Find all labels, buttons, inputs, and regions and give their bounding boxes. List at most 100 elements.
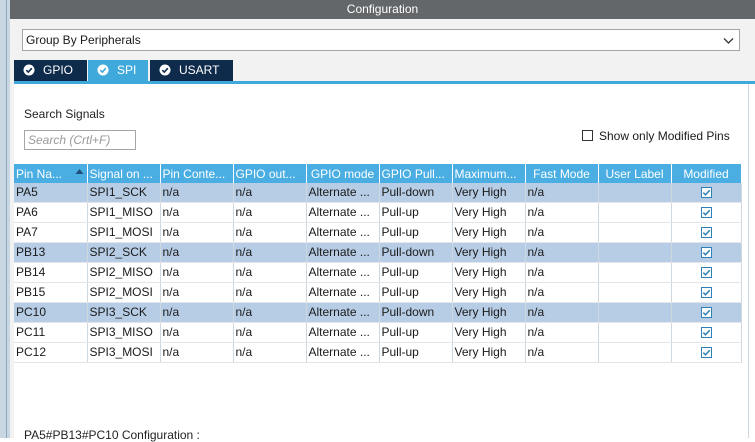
column-header-maximum[interactable]: Maximum...	[452, 164, 526, 183]
table-row[interactable]: PA6 SPI1_MISO n/a n/a Alternate ... Pull-up Ve…	[14, 202, 742, 223]
cell-modified	[671, 342, 742, 363]
table-row[interactable]: PA7 SPI1_MOSI n/a n/a Alternate ... Pull-up Ve…	[14, 222, 742, 243]
cell-gpio-output: n/a	[233, 262, 307, 283]
table-row[interactable]: PB14 SPI2_MISO n/a n/a Alternate ... Pull-up V…	[14, 262, 742, 283]
group-by-value: Group By Peripherals	[26, 33, 141, 47]
cell-modified	[671, 242, 742, 263]
cell-signal: SPI2_MISO	[87, 262, 161, 283]
checked-checkbox-icon[interactable]	[700, 287, 712, 298]
cell-gpio-mode: Alternate ...	[306, 242, 380, 263]
cell-gpio-pull: Pull-up	[379, 222, 453, 243]
cell-gpio-pull: Pull-up	[379, 322, 453, 343]
cell-gpio-output: n/a	[233, 282, 307, 303]
table-row[interactable]: PC12 SPI3_MOSI n/a n/a Alternate ... Pull-up V…	[14, 342, 742, 363]
cell-pin-context: n/a	[160, 202, 234, 223]
cell-user-label	[598, 242, 672, 263]
show-only-modified-label: Show only Modified Pins	[599, 129, 730, 143]
tab-gpio-label: GPIO	[43, 63, 74, 77]
cell-pin-context: n/a	[160, 302, 234, 323]
cell-pin-name: PA7	[14, 222, 88, 243]
content-right-border	[748, 84, 755, 438]
cell-gpio-pull: Pull-down	[379, 302, 453, 323]
column-header-pin-name[interactable]: Pin Na...	[14, 164, 88, 183]
sort-up-icon	[75, 169, 83, 174]
cell-user-label	[598, 342, 672, 363]
window-title: Configuration	[10, 0, 755, 19]
cell-gpio-mode: Alternate ...	[306, 262, 380, 283]
cell-modified	[671, 222, 742, 243]
column-header-signal[interactable]: Signal on ...	[87, 164, 161, 183]
cell-gpio-pull: Pull-up	[379, 342, 453, 363]
column-header-user-label[interactable]: User Label	[598, 164, 672, 183]
column-header-gpio-output[interactable]: GPIO out...	[233, 164, 307, 183]
cell-maximum-speed: Very High	[452, 302, 526, 323]
cell-fast-mode: n/a	[525, 302, 599, 323]
cell-signal: SPI2_MOSI	[87, 282, 161, 303]
cell-user-label	[598, 202, 672, 223]
cell-pin-name: PC12	[14, 342, 88, 363]
tab-gpio[interactable]: GPIO	[14, 60, 87, 81]
cell-signal: SPI1_MISO	[87, 202, 161, 223]
cell-pin-name: PB13	[14, 242, 88, 263]
cell-gpio-output: n/a	[233, 342, 307, 363]
cell-modified	[671, 262, 742, 283]
cell-gpio-mode: Alternate ...	[306, 342, 380, 363]
tab-usart[interactable]: USART	[150, 60, 233, 81]
table-row[interactable]: PC11 SPI3_MISO n/a n/a Alternate ... Pull-up V…	[14, 322, 742, 343]
cell-signal: SPI3_SCK	[87, 302, 161, 323]
checked-checkbox-icon[interactable]	[700, 347, 712, 358]
cell-gpio-output: n/a	[233, 302, 307, 323]
cell-modified	[671, 202, 742, 223]
checked-checkbox-icon[interactable]	[700, 207, 712, 218]
cell-user-label	[598, 322, 672, 343]
checked-checkbox-icon[interactable]	[700, 327, 712, 338]
check-circle-icon	[97, 64, 109, 76]
cell-gpio-output: n/a	[233, 183, 307, 203]
cell-user-label	[598, 222, 672, 243]
cell-gpio-mode: Alternate ...	[306, 222, 380, 243]
column-header-gpio-mode[interactable]: GPIO mode	[306, 164, 380, 183]
search-input[interactable]	[24, 130, 136, 150]
cell-maximum-speed: Very High	[452, 242, 526, 263]
cell-gpio-mode: Alternate ...	[306, 183, 380, 203]
cell-gpio-mode: Alternate ...	[306, 322, 380, 343]
cell-gpio-mode: Alternate ...	[306, 282, 380, 303]
cell-user-label	[598, 302, 672, 323]
column-header-fast-mode[interactable]: Fast Mode	[525, 164, 599, 183]
column-header-gpio-pull[interactable]: GPIO Pull...	[379, 164, 453, 183]
cell-maximum-speed: Very High	[452, 222, 526, 243]
table-row[interactable]: PB15 SPI2_MOSI n/a n/a Alternate ... Pull-up V…	[14, 282, 742, 303]
cell-pin-context: n/a	[160, 282, 234, 303]
tab-spi[interactable]: SPI	[88, 60, 148, 81]
checked-checkbox-icon[interactable]	[700, 187, 712, 198]
cell-gpio-output: n/a	[233, 222, 307, 243]
table-row[interactable]: PB13 SPI2_SCK n/a n/a Alternate ... Pull-down…	[14, 242, 742, 263]
show-only-modified-checkbox[interactable]	[582, 130, 593, 141]
cell-maximum-speed: Very High	[452, 262, 526, 283]
checked-checkbox-icon[interactable]	[700, 267, 712, 278]
checked-checkbox-icon[interactable]	[700, 247, 712, 258]
cell-user-label	[598, 183, 672, 203]
cell-pin-name: PA5	[14, 183, 88, 203]
cell-pin-name: PC11	[14, 322, 88, 343]
cell-signal: SPI1_SCK	[87, 183, 161, 203]
cell-pin-name: PB15	[14, 282, 88, 303]
table-row[interactable]: PA5 SPI1_SCK n/a n/a Alternate ... Pull-down V…	[14, 183, 742, 203]
table-row[interactable]: PC10 SPI3_SCK n/a n/a Alternate ... Pull-down…	[14, 302, 742, 323]
checked-checkbox-icon[interactable]	[700, 227, 712, 238]
checked-checkbox-icon[interactable]	[700, 307, 712, 318]
table-header-row: Pin Na... Signal on ... Pin Conte... GPI…	[14, 164, 742, 183]
cell-gpio-output: n/a	[233, 242, 307, 263]
group-by-dropdown[interactable]: Group By Peripherals	[22, 29, 740, 51]
cell-pin-context: n/a	[160, 222, 234, 243]
cell-modified	[671, 282, 742, 303]
column-header-pin-context[interactable]: Pin Conte...	[160, 164, 234, 183]
cell-gpio-output: n/a	[233, 202, 307, 223]
column-header-modified[interactable]: Modified	[671, 164, 742, 183]
cell-pin-context: n/a	[160, 342, 234, 363]
tab-usart-label: USART	[179, 63, 220, 77]
cell-pin-name: PA6	[14, 202, 88, 223]
cell-gpio-pull: Pull-up	[379, 202, 453, 223]
left-edge-strip	[0, 0, 10, 438]
cell-maximum-speed: Very High	[452, 342, 526, 363]
